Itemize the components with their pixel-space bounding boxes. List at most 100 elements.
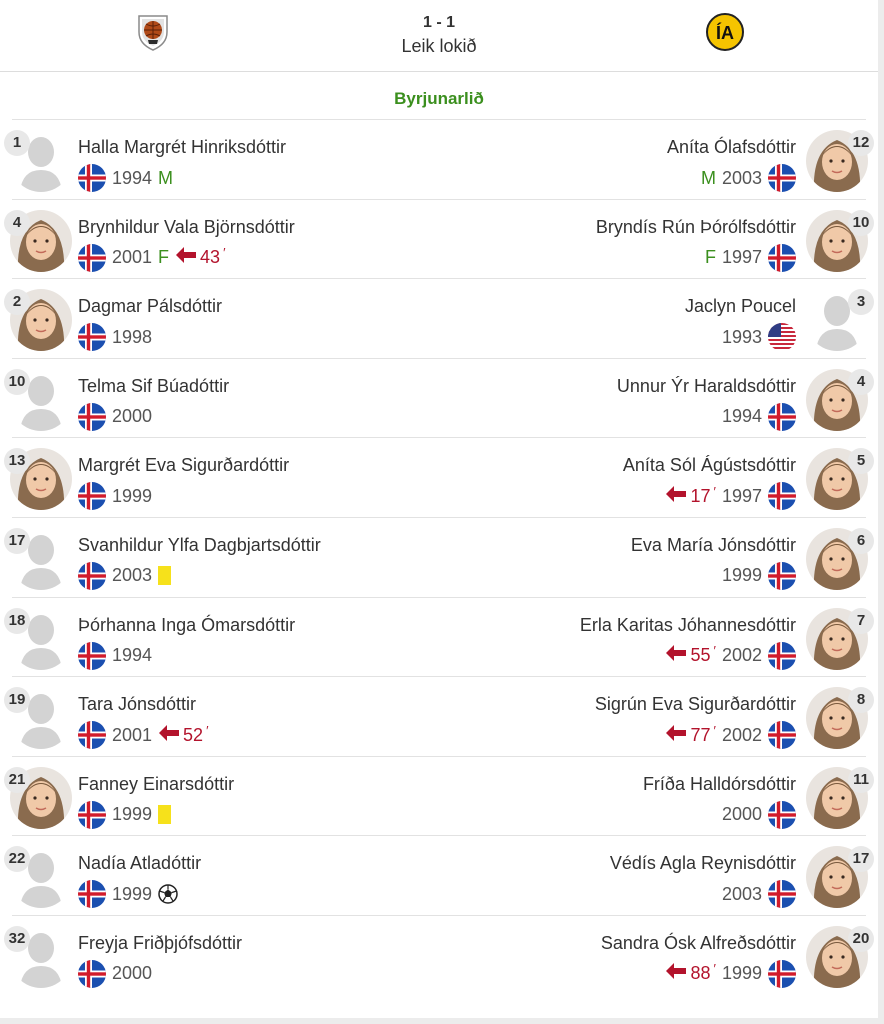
match-score: 1 - 1 Leik lokið [0,12,878,58]
away-player[interactable]: 17 Védís Agla Reynisdóttir 2003 [438,836,878,915]
away-player[interactable]: 12 Aníta Ólafsdóttir 2003 M [438,120,878,199]
birth-year: 1999 [112,485,153,506]
shirt-number: 10 [848,209,874,236]
away-player[interactable]: 5 Aníta Sól Ágústsdóttir 1997 17 ′ [438,438,878,517]
player-name[interactable]: Erla Karitas Jóhannesdóttir [580,614,796,636]
lineup-row: 4 Brynhildur Vala Björnsdóttir 2001 F 43 ′ 10 B… [4,200,874,280]
player-name[interactable]: Margrét Eva Sigurðardóttir [78,454,289,476]
home-player[interactable]: 18 Þórhanna Inga Ómarsdóttir 1994 [0,598,440,677]
iceland-flag-icon [768,641,796,670]
birth-year: 1999 [112,804,153,825]
substitution-event: 55 ′ [665,643,716,667]
ia-club-crest-icon[interactable]: ÍA [705,12,745,52]
yellow-card-icon [158,805,172,825]
iceland-flag-icon [768,721,796,750]
player-name[interactable]: Fríða Halldórsdóttir [643,773,796,795]
minute-mark: ′ [713,483,716,499]
substitution-minute: 77 [690,724,711,745]
birth-year: 1999 [721,565,762,586]
home-player[interactable]: 2 Dagmar Pálsdóttir 1998 [0,279,440,358]
shirt-number: 10 [4,368,30,395]
player-name[interactable]: Nadía Atladóttir [78,852,201,874]
substitution-arrow-icon [665,644,687,667]
player-meta: 1994 [78,641,152,670]
lineup-row: 18 Þórhanna Inga Ómarsdóttir 1994 7 Erla Kar… [4,598,874,678]
away-player[interactable]: 10 Bryndís Rún Þórólfsdóttir 1997 F [438,200,878,279]
birth-year: 1994 [721,406,762,427]
shirt-number: 17 [4,527,30,554]
player-meta: 1994 [721,402,796,431]
player-name[interactable]: Aníta Sól Ágústsdóttir [623,454,796,476]
home-player[interactable]: 32 Freyja Friðþjófsdóttir 2000 [0,916,440,995]
score-result: 1 - 1 [422,14,455,31]
player-name[interactable]: Svanhildur Ylfa Dagbjartsdóttir [78,534,321,556]
shirt-number: 32 [4,925,30,952]
substitution-arrow-icon [665,962,687,985]
match-status: Leik lokið [401,36,477,56]
player-meta: 1998 [78,323,152,352]
home-player[interactable]: 1 Halla Margrét Hinriksdóttir 1994 M [0,120,440,199]
player-name[interactable]: Brynhildur Vala Björnsdóttir [78,216,295,238]
shirt-number: 19 [4,687,30,714]
player-name[interactable]: Telma Sif Búadóttir [78,375,229,397]
player-meta: 2003 [78,561,172,590]
iceland-flag-icon [768,880,796,909]
player-name[interactable]: Freyja Friðþjófsdóttir [78,932,242,954]
substitution-arrow-icon [665,485,687,508]
player-name[interactable]: Jaclyn Poucel [685,295,796,317]
usa-flag-icon [768,323,796,352]
away-player[interactable]: 7 Erla Karitas Jóhannesdóttir 2002 55 ′ [438,598,878,677]
match-lineup-page: 1 - 1 Leik lokið ÍA Byrjunarlið 1 Halla M… [0,0,878,1018]
away-player[interactable]: 11 Fríða Halldórsdóttir 2000 [438,757,878,836]
substitution-arrow-icon [158,724,180,747]
birth-year: 1999 [721,963,762,984]
player-name[interactable]: Aníta Ólafsdóttir [667,136,796,158]
home-player[interactable]: 22 Nadía Atladóttir 1999 [0,836,440,915]
player-name[interactable]: Þórhanna Inga Ómarsdóttir [78,614,295,636]
iceland-flag-icon [768,561,796,590]
match-header: 1 - 1 Leik lokið ÍA [0,0,878,72]
iceland-flag-icon [78,402,106,431]
home-player[interactable]: 17 Svanhildur Ylfa Dagbjartsdóttir 2003 [0,518,440,597]
substitution-event: 52 ′ [158,723,209,747]
substitution-event: 17 ′ [665,483,716,508]
home-player[interactable]: 10 Telma Sif Búadóttir 2000 [0,359,440,438]
player-name[interactable]: Bryndís Rún Þórólfsdóttir [596,216,796,238]
player-name[interactable]: Unnur Ýr Haraldsdóttir [617,375,796,397]
away-player[interactable]: 20 Sandra Ósk Alfreðsdóttir 1999 88 ′ [438,916,878,995]
player-meta: 1999 88 ′ [665,959,796,988]
home-player[interactable]: 4 Brynhildur Vala Björnsdóttir 2001 F 43 ′ [0,200,440,279]
home-player[interactable]: 13 Margrét Eva Sigurðardóttir 1999 [0,438,440,517]
shirt-number: 20 [848,925,874,952]
player-name[interactable]: Tara Jónsdóttir [78,693,196,715]
player-name[interactable]: Védís Agla Reynisdóttir [610,852,796,874]
player-meta: 1994 M [78,164,173,192]
player-name[interactable]: Halla Margrét Hinriksdóttir [78,136,286,158]
shirt-number: 21 [4,766,30,793]
player-name[interactable]: Dagmar Pálsdóttir [78,295,222,317]
iceland-flag-icon [78,164,106,192]
home-player[interactable]: 21 Fanney Einarsdóttir 1999 [0,757,440,836]
shirt-number: 7 [848,607,874,634]
iceland-flag-icon [768,402,796,431]
player-name[interactable]: Eva María Jónsdóttir [631,534,796,556]
iceland-flag-icon [768,959,796,988]
birth-year: 2003 [721,883,762,904]
player-name[interactable]: Sandra Ósk Alfreðsdóttir [601,932,796,954]
player-meta: 2001 F 43 ′ [78,243,226,272]
substitution-minute: 43 [200,247,221,268]
home-player[interactable]: 19 Tara Jónsdóttir 2001 52 ′ [0,677,440,756]
minute-mark: ′ [713,722,716,738]
player-meta: 1999 [78,800,172,829]
birth-year: 1997 [721,247,762,268]
birth-year: 1994 [112,167,153,188]
player-meta: 1997 F [705,243,796,272]
away-player[interactable]: 4 Unnur Ýr Haraldsdóttir 1994 [438,359,878,438]
away-player[interactable]: 8 Sigrún Eva Sigurðardóttir 2002 77 ′ [438,677,878,756]
player-name[interactable]: Fanney Einarsdóttir [78,773,234,795]
iceland-flag-icon [768,164,796,192]
player-name[interactable]: Sigrún Eva Sigurðardóttir [595,693,796,715]
birth-year: 1997 [721,485,762,506]
away-player[interactable]: 3 Jaclyn Poucel 1993 [438,279,878,358]
away-player[interactable]: 6 Eva María Jónsdóttir 1999 [438,518,878,597]
